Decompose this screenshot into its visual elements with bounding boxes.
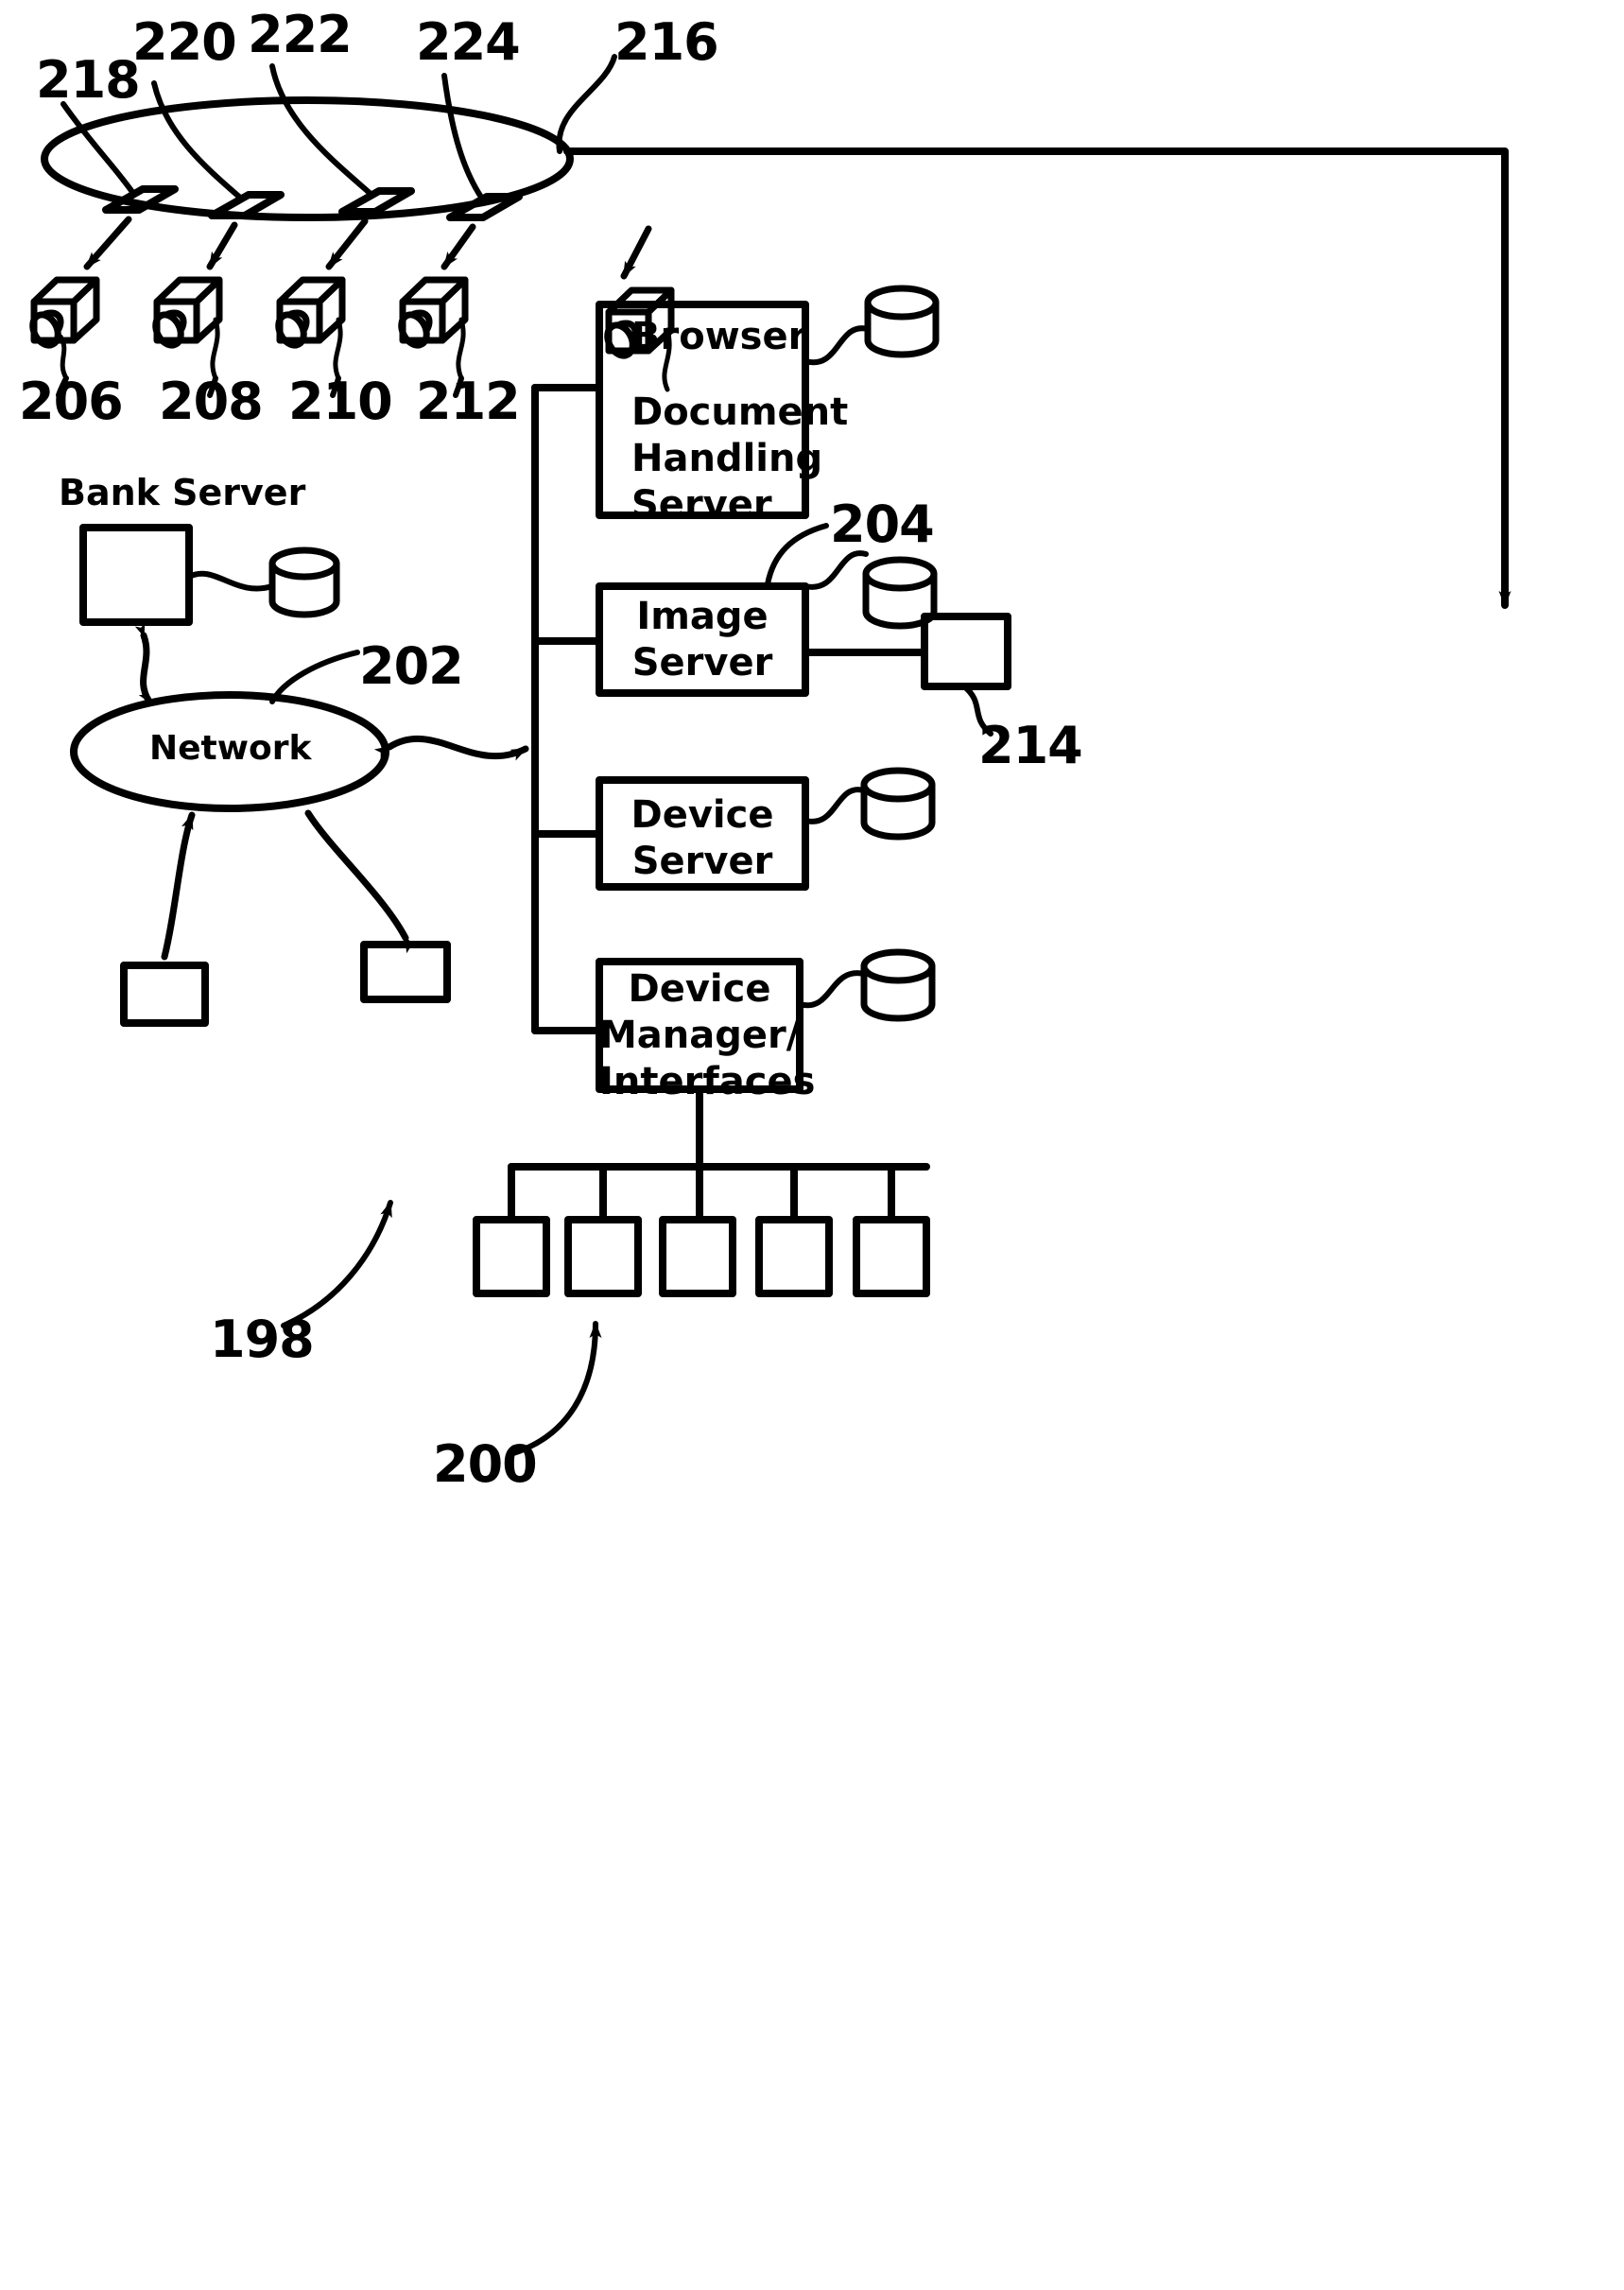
gateway-box xyxy=(921,613,1011,690)
camera-4 xyxy=(398,276,469,381)
device-manager-db-link xyxy=(797,970,867,1009)
image-server-label: Image Server xyxy=(631,595,773,685)
ref-label-222: 222 xyxy=(248,5,353,64)
device-server-label: Device Server xyxy=(631,793,774,883)
device-server-database xyxy=(860,767,936,841)
image-server-db-link xyxy=(803,550,869,590)
ring-node-2 xyxy=(208,191,285,219)
bank-server-node xyxy=(79,524,193,626)
camera-3 xyxy=(275,276,346,381)
client-box-left xyxy=(120,962,209,1027)
ref-label-206: 206 xyxy=(19,372,124,431)
device-1 xyxy=(473,1216,550,1297)
network-label: Network xyxy=(149,729,312,768)
ref-label-216: 216 xyxy=(614,12,719,72)
diagram-canvas xyxy=(29,54,1512,1457)
network-to-bus-link xyxy=(373,735,529,761)
ref-label-198: 198 xyxy=(210,1310,315,1369)
device-server-db-link xyxy=(803,787,867,824)
browser-db-link xyxy=(803,325,871,366)
ref-label-212: 212 xyxy=(416,372,521,431)
device-array-bus xyxy=(508,1085,930,1223)
ring-to-gateway-bus xyxy=(563,147,1512,609)
device-array-boxes xyxy=(473,1216,930,1297)
device-5 xyxy=(853,1216,930,1297)
ref-label-220: 220 xyxy=(132,12,237,72)
ring-tap-nodes xyxy=(102,185,523,221)
ring-to-camera-arrows xyxy=(83,216,652,280)
device-manager-database xyxy=(860,948,936,1022)
bank-server-database xyxy=(268,546,340,618)
ref-label-200: 200 xyxy=(433,1434,538,1494)
leader-line-204 xyxy=(765,523,829,587)
camera-1 xyxy=(29,276,100,381)
network-client-links xyxy=(161,809,418,961)
device-4 xyxy=(755,1216,833,1297)
leader-line-202 xyxy=(269,650,360,704)
ring-node-3 xyxy=(338,187,415,216)
device-3 xyxy=(659,1216,736,1297)
ref-label-208: 208 xyxy=(159,372,264,431)
document-handling-server-label: Document Handling Server xyxy=(631,390,849,527)
device-2 xyxy=(564,1216,642,1297)
ref-label-210: 210 xyxy=(288,372,393,431)
device-manager-interfaces-label: Device Manager/ Interfaces xyxy=(599,967,816,1103)
bank-server-db-link xyxy=(186,570,275,592)
ref-label-202: 202 xyxy=(359,636,464,696)
service-bus-spine xyxy=(531,384,603,1034)
leader-line-198 xyxy=(281,1200,393,1328)
client-box-right xyxy=(360,941,451,1003)
ref-label-224: 224 xyxy=(416,12,521,72)
bank-server-label: Bank Server xyxy=(59,472,306,513)
browser-database xyxy=(864,285,940,358)
bank-network-link xyxy=(134,622,153,705)
ref-label-214: 214 xyxy=(978,716,1083,775)
camera-2 xyxy=(152,276,223,381)
patent-figure-page: 218 220 222 224 216 206 208 210 212 202 … xyxy=(0,0,1624,2290)
ref-label-218: 218 xyxy=(36,50,141,110)
browser-label: Browser xyxy=(631,315,807,358)
